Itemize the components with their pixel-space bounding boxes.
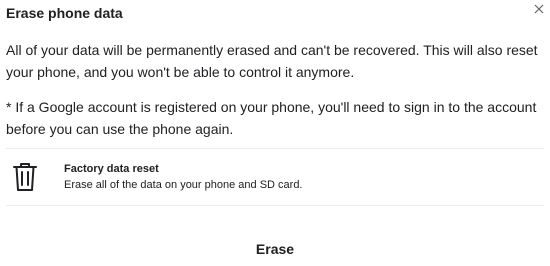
divider: [6, 205, 544, 206]
factory-data-reset-option[interactable]: Factory data reset Erase all of the data…: [6, 149, 544, 205]
erase-button[interactable]: Erase: [225, 236, 325, 262]
trash-icon: [13, 163, 37, 191]
option-description: Erase all of the data on your phone and …: [64, 179, 303, 191]
close-icon: [534, 4, 544, 14]
erase-phone-dialog: Erase phone data All of your data will b…: [0, 0, 550, 266]
google-account-note: * If a Google account is registered on y…: [6, 99, 537, 137]
close-button[interactable]: [531, 1, 547, 17]
erase-warning-text: All of your data will be permanently era…: [6, 42, 538, 80]
option-title: Factory data reset: [64, 163, 159, 175]
dialog-title: Erase phone data: [6, 5, 123, 21]
